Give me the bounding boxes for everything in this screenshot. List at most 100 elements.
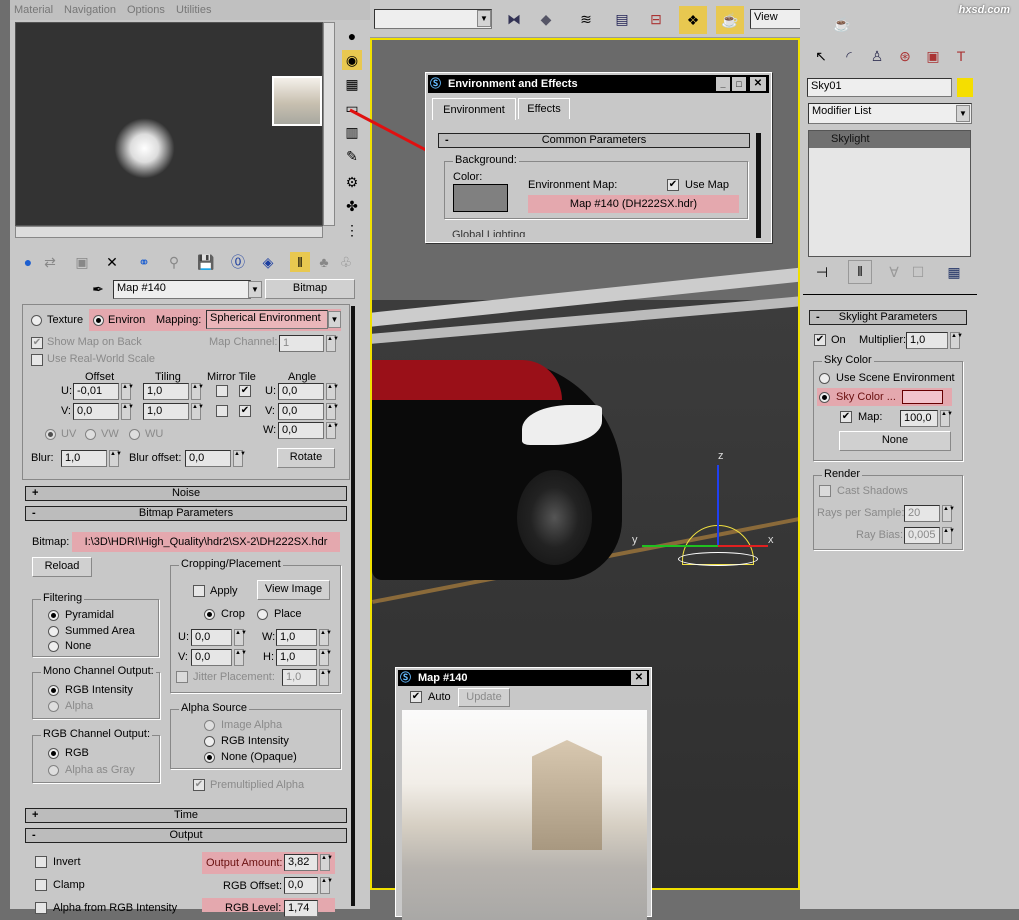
crop-w-spinner[interactable]: ▲▼ <box>319 629 332 646</box>
common-parameters-header[interactable]: - Common Parameters <box>438 133 750 148</box>
sample-type-icon[interactable]: ● <box>342 26 362 46</box>
place-radio[interactable] <box>257 609 268 620</box>
show-end-result-icon[interactable]: ‖ <box>290 252 310 272</box>
sky-color-swatch[interactable] <box>902 390 943 404</box>
angle-v-spinner[interactable]: ▲▼ <box>326 403 339 420</box>
skylight-parameters-header[interactable]: - Skylight Parameters <box>809 310 967 325</box>
backlight-icon[interactable]: ◉ <box>342 50 362 70</box>
object-name-field[interactable]: Sky01 <box>807 78 952 97</box>
modifier-list-arrow[interactable]: ▼ <box>956 105 970 122</box>
rotate-button[interactable]: Rotate <box>277 448 335 468</box>
cast-shadows-checkbox[interactable] <box>819 485 831 497</box>
angle-w-spinner[interactable]: ▲▼ <box>326 422 339 439</box>
vw-radio[interactable] <box>85 429 96 440</box>
mapping-select[interactable]: Spherical Environment <box>206 310 328 329</box>
environment-titlebar[interactable]: Ⓢ Environment and Effects _ □ ✕ <box>428 75 769 93</box>
rollout-scrollbar[interactable] <box>351 306 355 906</box>
hierarchy-tab-icon[interactable]: ♙ <box>864 46 890 70</box>
on-checkbox[interactable]: ✔ <box>814 334 826 346</box>
material-effects-channel-icon[interactable]: ⓪ <box>228 252 248 272</box>
crop-radio[interactable] <box>204 609 215 620</box>
jitter-spinner[interactable]: ▲▼ <box>319 669 332 686</box>
blur-field[interactable]: 1,0 <box>61 450 107 467</box>
minimize-button[interactable]: _ <box>716 77 730 91</box>
tiling-u-field[interactable]: 1,0 <box>143 383 189 400</box>
mirror-v-checkbox[interactable] <box>216 405 228 417</box>
real-world-scale-checkbox[interactable] <box>31 354 43 366</box>
crop-h-field[interactable]: 1,0 <box>276 649 317 666</box>
output-amount-spinner[interactable]: ▲▼ <box>320 854 333 871</box>
map-type-button[interactable]: Bitmap <box>265 279 355 299</box>
rays-per-sample-field[interactable]: 20 <box>904 505 940 522</box>
reload-button[interactable]: Reload <box>32 557 92 577</box>
maximize-button[interactable]: □ <box>732 77 746 91</box>
summed-area-radio[interactable] <box>48 626 59 637</box>
named-selection-dropdown[interactable] <box>374 9 492 29</box>
alpha-as-gray-radio[interactable] <box>48 765 59 776</box>
blur-spinner[interactable]: ▲▼ <box>109 450 122 467</box>
blur-offset-spinner[interactable]: ▲▼ <box>233 450 246 467</box>
auto-checkbox[interactable]: ✔ <box>410 691 422 703</box>
noise-rollout-header[interactable]: + Noise <box>25 486 347 501</box>
crop-v-field[interactable]: 0,0 <box>191 649 232 666</box>
create-tab-icon[interactable]: ↖ <box>808 46 834 70</box>
show-map-in-viewport-icon[interactable]: ◈ <box>258 252 278 272</box>
sky-map-checkbox[interactable]: ✔ <box>840 411 852 423</box>
mirror-icon[interactable]: ⧓ <box>504 9 524 29</box>
menu-navigation[interactable]: Navigation <box>64 4 116 16</box>
invert-checkbox[interactable] <box>35 856 47 868</box>
ray-bias-spinner[interactable]: ▲▼ <box>942 527 955 544</box>
angle-v-field[interactable]: 0,0 <box>278 403 324 420</box>
pyramidal-radio[interactable] <box>48 610 59 621</box>
named-selection-arrow[interactable]: ▼ <box>477 10 491 27</box>
time-rollout-header[interactable]: + Time <box>25 808 347 823</box>
modify-tab-icon[interactable]: ◜ <box>836 46 862 70</box>
assign-to-selection-icon[interactable]: ▣ <box>72 252 92 272</box>
go-forward-sibling-icon[interactable]: ♧ <box>336 252 356 272</box>
close-button[interactable]: ✕ <box>750 77 766 91</box>
align-icon[interactable]: ◆ <box>536 9 556 29</box>
sky-map-amount-field[interactable]: 100,0 <box>900 410 938 427</box>
bitmap-parameters-header[interactable]: - Bitmap Parameters <box>25 506 347 521</box>
map-name-field[interactable]: Map #140 <box>113 280 251 299</box>
update-button[interactable]: Update <box>458 688 510 707</box>
offset-v-spinner[interactable]: ▲▼ <box>121 403 134 420</box>
tile-v-checkbox[interactable]: ✔ <box>239 405 251 417</box>
show-end-result-toggle-icon[interactable]: ‖ <box>848 260 872 284</box>
sky-map-amount-spinner[interactable]: ▲▼ <box>940 410 953 427</box>
environ-radio[interactable] <box>93 315 104 326</box>
map-channel-field[interactable]: 1 <box>279 335 324 352</box>
material-map-navigator-icon[interactable]: ⋮ <box>342 220 362 240</box>
output-rollout-header[interactable]: - Output <box>25 828 347 843</box>
mono-alpha-radio[interactable] <box>48 701 59 712</box>
use-scene-environment-radio[interactable] <box>819 373 830 384</box>
angle-u-field[interactable]: 0,0 <box>278 383 324 400</box>
multiplier-field[interactable]: 1,0 <box>906 332 948 349</box>
go-to-parent-icon[interactable]: ♣ <box>314 252 334 272</box>
apply-checkbox[interactable] <box>193 585 205 597</box>
none-opaque-radio[interactable] <box>204 752 215 763</box>
crop-v-spinner[interactable]: ▲▼ <box>234 649 247 666</box>
display-tab-icon[interactable]: ▣ <box>920 46 946 70</box>
render-scene-icon[interactable]: ☕ <box>716 6 744 34</box>
clamp-checkbox[interactable] <box>35 879 47 891</box>
reset-map-icon[interactable]: ✕ <box>102 252 122 272</box>
offset-u-spinner[interactable]: ▲▼ <box>121 383 134 400</box>
premultiplied-alpha-checkbox[interactable]: ✔ <box>193 779 205 791</box>
sky-color-radio[interactable] <box>819 392 830 403</box>
output-amount-field[interactable]: 3,82 <box>284 854 318 871</box>
rgb-radio[interactable] <box>48 748 59 759</box>
blur-offset-field[interactable]: 0,0 <box>185 450 231 467</box>
offset-u-field[interactable]: -0,01 <box>73 383 119 400</box>
crop-h-spinner[interactable]: ▲▼ <box>319 649 332 666</box>
angle-u-spinner[interactable]: ▲▼ <box>326 383 339 400</box>
crop-u-spinner[interactable]: ▲▼ <box>234 629 247 646</box>
tiling-u-spinner[interactable]: ▲▼ <box>191 383 204 400</box>
menu-material[interactable]: Material <box>14 4 53 16</box>
put-to-scene-icon[interactable]: ⇄ <box>40 252 60 272</box>
rgb-offset-field[interactable]: 0,0 <box>284 877 318 894</box>
make-unique-icon[interactable]: ⚲ <box>164 252 184 272</box>
curve-editor-icon[interactable]: ▤ <box>612 9 632 29</box>
tiling-v-field[interactable]: 1,0 <box>143 403 189 420</box>
filter-none-radio[interactable] <box>48 641 59 652</box>
